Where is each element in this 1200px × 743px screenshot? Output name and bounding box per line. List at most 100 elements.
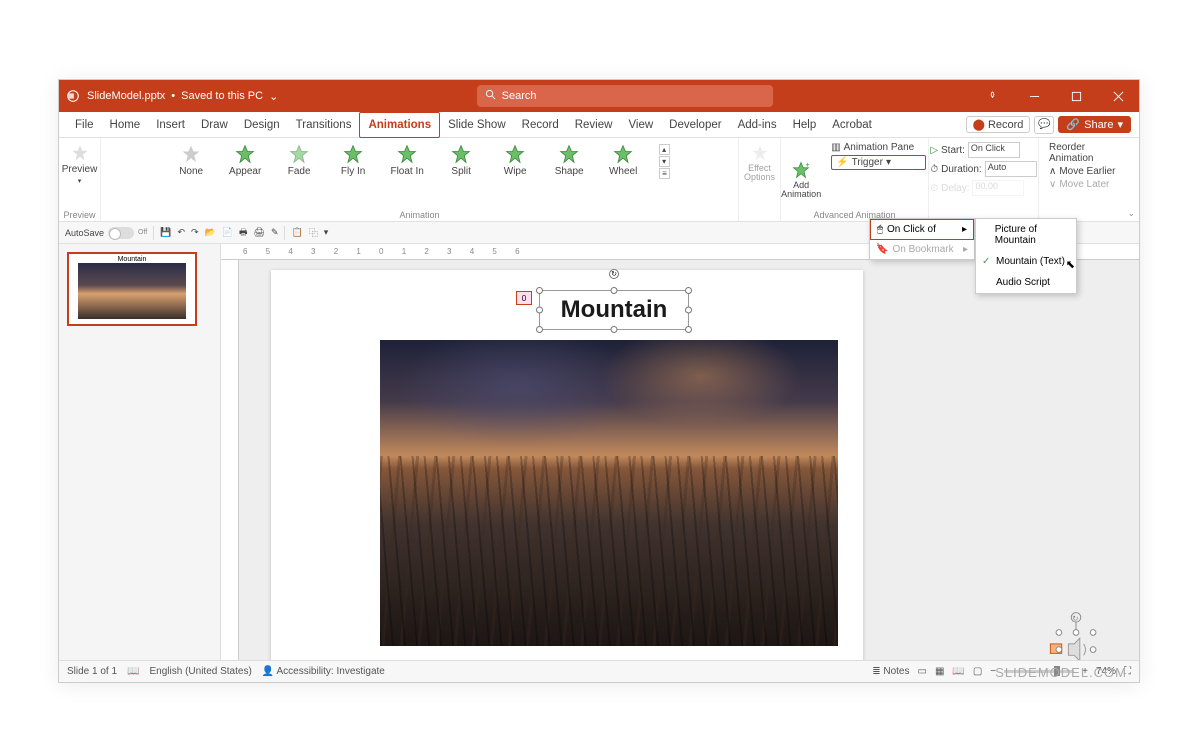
file-title[interactable]: SlideModel.pptx • Saved to this PC ⌄ <box>87 90 278 103</box>
quick-print-icon[interactable]: 🖨 <box>254 227 265 238</box>
share-icon: 🔗 <box>1066 118 1080 131</box>
trigger-on-click-of[interactable]: 🖱On Click of▸ <box>870 219 974 240</box>
tab-draw[interactable]: Draw <box>193 112 236 138</box>
notes-button[interactable]: ≣ Notes <box>872 666 909 677</box>
delay-field[interactable]: ⏲Delay:00.00 <box>930 180 1036 196</box>
selection-handle[interactable] <box>685 287 692 294</box>
tab-file[interactable]: File <box>67 112 102 138</box>
tab-insert[interactable]: Insert <box>148 112 193 138</box>
trigger-target-audio[interactable]: Audio Script <box>976 272 1076 293</box>
anim-flyin[interactable]: Fly In <box>331 144 375 177</box>
cursor-icon: ⬉ <box>1066 258 1075 271</box>
autosave-toggle[interactable]: AutoSave Off <box>65 227 147 239</box>
sorter-view-icon[interactable]: ▦ <box>935 666 944 677</box>
tab-design[interactable]: Design <box>236 112 288 138</box>
paste-icon[interactable]: 📋 <box>291 227 302 238</box>
anim-split[interactable]: Split <box>439 144 483 177</box>
new-icon[interactable]: 📄 <box>222 227 233 238</box>
anim-floatin[interactable]: Float In <box>385 144 429 177</box>
save-icon[interactable]: 💾 <box>160 227 171 238</box>
title-text[interactable]: Mountain <box>561 296 668 324</box>
minimize-button[interactable] <box>1013 80 1055 112</box>
duration-field[interactable]: ⏱Duration:Auto <box>930 161 1036 177</box>
spell-check-icon[interactable]: 📖 <box>127 666 139 677</box>
anim-shape[interactable]: Shape <box>547 144 591 177</box>
animation-pane-button[interactable]: ▥Animation Pane <box>831 142 926 153</box>
search-placeholder: Search <box>502 90 537 102</box>
anim-none[interactable]: None <box>169 144 213 177</box>
tab-review[interactable]: Review <box>567 112 621 138</box>
undo-icon[interactable]: ↶ <box>177 227 185 238</box>
svg-text:↻: ↻ <box>1072 614 1078 623</box>
gallery-more-icon[interactable]: ≡ <box>659 168 670 179</box>
selection-handle[interactable] <box>685 307 692 314</box>
coming-soon-icon[interactable] <box>971 80 1013 112</box>
selection-handle[interactable] <box>536 307 543 314</box>
record-button[interactable]: ⬤Record <box>966 116 1031 133</box>
mountain-picture[interactable] <box>380 340 838 646</box>
search-box[interactable]: Search <box>477 85 773 107</box>
anim-wipe[interactable]: Wipe <box>493 144 537 177</box>
watermark: SLIDEMODEL.COM <box>995 665 1127 680</box>
comments-button[interactable]: 💬 <box>1034 116 1054 134</box>
anim-appear[interactable]: Appear <box>223 144 267 177</box>
selection-handle[interactable] <box>536 287 543 294</box>
effect-options-button[interactable]: Effect Options <box>742 140 777 186</box>
slide-thumbnail-1[interactable]: Mountain <box>67 252 197 326</box>
reading-view-icon[interactable]: 📖 <box>952 666 964 677</box>
animation-order-badge[interactable]: 0 <box>516 291 532 305</box>
anim-fade[interactable]: Fade <box>277 144 321 177</box>
tab-home[interactable]: Home <box>102 112 149 138</box>
collapse-ribbon-icon[interactable]: ⌄ <box>1127 208 1135 219</box>
normal-view-icon[interactable]: ▭ <box>917 666 926 677</box>
add-animation-button[interactable]: + Add Animation <box>779 140 823 219</box>
slide[interactable]: ↻ 0 Mountain <box>271 270 863 660</box>
preview-button[interactable]: Preview ▾ <box>60 140 100 189</box>
ink-icon[interactable]: ✎ <box>271 227 279 238</box>
start-field[interactable]: ▷Start:On Click <box>930 142 1036 158</box>
maximize-button[interactable] <box>1055 80 1097 112</box>
slide-counter[interactable]: Slide 1 of 1 <box>67 666 117 677</box>
thumbnail-pane[interactable]: 1 Mountain <box>59 244 221 660</box>
tab-help[interactable]: Help <box>785 112 825 138</box>
tab-acrobat[interactable]: Acrobat <box>824 112 880 138</box>
animation-gallery[interactable]: None Appear Fade Fly In Float In Split W… <box>163 140 676 183</box>
print-icon[interactable]: 🖶 <box>239 225 248 241</box>
redo-icon[interactable]: ↷ <box>191 227 199 238</box>
share-button[interactable]: 🔗Share▾ <box>1058 116 1131 133</box>
move-earlier-button[interactable]: ∧Move Earlier <box>1049 166 1129 177</box>
open-icon[interactable]: 📂 <box>205 227 216 238</box>
audio-object[interactable]: ↻ ⚡ <box>1038 604 1114 660</box>
selection-handle[interactable] <box>685 326 692 333</box>
slide-canvas-area[interactable]: 6 5 4 3 2 1 0 1 2 3 4 5 6 ↻ 0 Mountain ↻… <box>221 244 1139 660</box>
title-text-box[interactable]: ↻ 0 Mountain <box>539 290 689 330</box>
tab-transitions[interactable]: Transitions <box>288 112 360 138</box>
trigger-target-text[interactable]: ✓Mountain (Text) <box>976 251 1076 272</box>
qat-dropdown-icon[interactable]: ▾ <box>324 227 329 238</box>
gallery-up-icon[interactable]: ▴ <box>659 144 670 155</box>
move-later-button[interactable]: ∨Move Later <box>1049 179 1129 190</box>
selection-handle[interactable] <box>611 287 618 294</box>
pane-icon: ▥ <box>831 142 840 153</box>
trigger-target-picture[interactable]: Picture of Mountain <box>976 219 1076 251</box>
trigger-button[interactable]: ⚡Trigger▾ <box>831 155 926 170</box>
rotate-handle-icon[interactable]: ↻ <box>609 269 619 279</box>
tab-view[interactable]: View <box>620 112 661 138</box>
language-status[interactable]: English (United States) <box>150 666 252 677</box>
tab-slideshow[interactable]: Slide Show <box>440 112 514 138</box>
anim-wheel[interactable]: Wheel <box>601 144 645 177</box>
selection-handle[interactable] <box>536 326 543 333</box>
selection-handle[interactable] <box>611 326 618 333</box>
gallery-down-icon[interactable]: ▾ <box>659 156 670 167</box>
tab-animations[interactable]: Animations <box>359 112 440 138</box>
trigger-object-submenu: Picture of Mountain ✓Mountain (Text) Aud… <box>975 218 1077 294</box>
tab-addins[interactable]: Add-ins <box>730 112 785 138</box>
trigger-on-bookmark: 🔖On Bookmark▸ <box>870 240 974 259</box>
slideshow-view-icon[interactable]: ▢ <box>973 666 982 677</box>
tab-developer[interactable]: Developer <box>661 112 729 138</box>
duplicate-icon[interactable]: ⿻ <box>309 226 318 239</box>
close-button[interactable] <box>1097 80 1139 112</box>
powerpoint-icon <box>59 89 87 103</box>
tab-record[interactable]: Record <box>514 112 567 138</box>
accessibility-status[interactable]: 👤 Accessibility: Investigate <box>262 666 385 677</box>
